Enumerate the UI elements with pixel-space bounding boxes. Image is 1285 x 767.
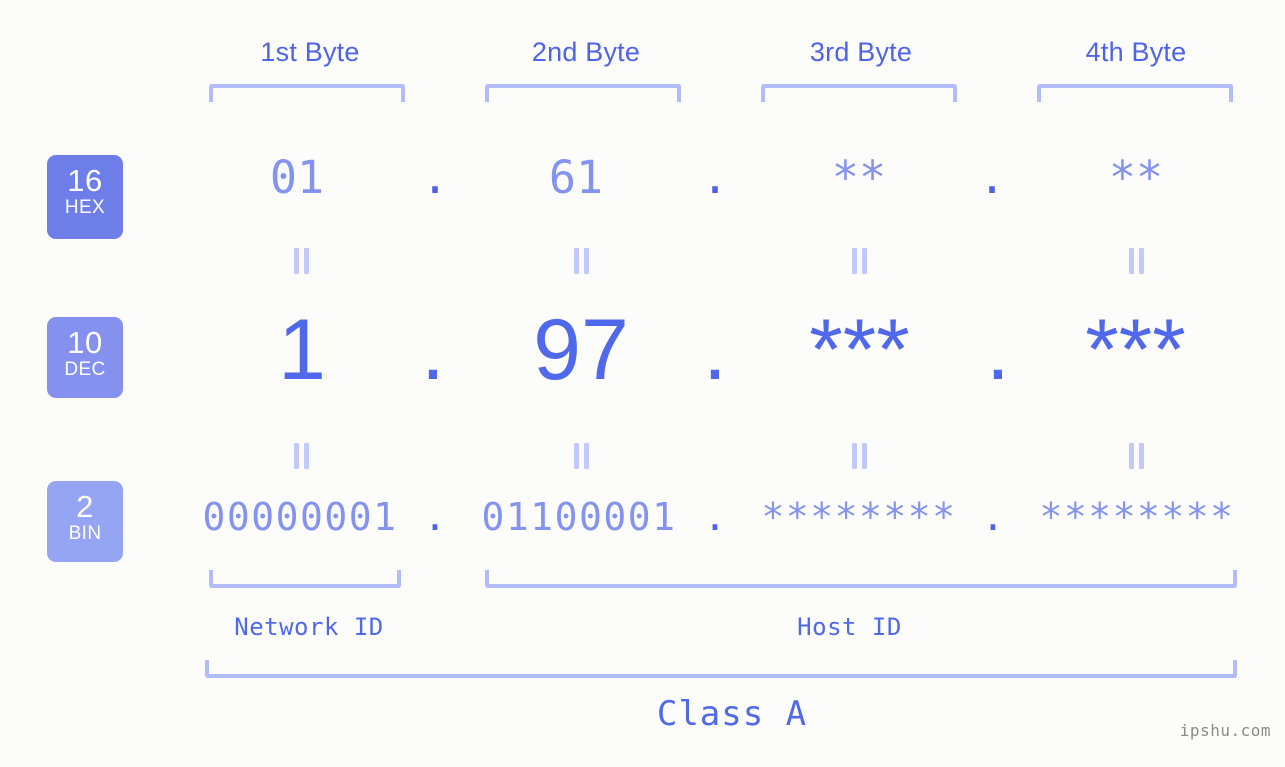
ip-address-breakdown-diagram: 1st Byte 2nd Byte 3rd Byte 4th Byte 16 H… [0,0,1285,767]
host-id-label: Host ID [797,613,902,641]
hex-separator-2: . [701,151,729,204]
base-badge-hex-number: 16 [67,163,103,198]
equals-icon-hex-dec-2 [570,248,592,274]
byte-bracket-1-icon [209,84,405,102]
base-badge-hex-name: HEX [64,197,106,218]
dec-octet-3: *** [809,302,910,398]
byte-header-1: 1st Byte [260,37,360,67]
equals-icon-dec-bin-1 [290,443,312,469]
watermark: ipshu.com [1179,721,1271,740]
equals-icon-dec-bin-3 [848,443,870,469]
hex-separator-1: . [421,151,449,204]
hex-octet-1: 01 [269,151,325,204]
dec-octet-2: 97 [533,302,629,398]
base-badge-dec-name: DEC [64,359,106,380]
byte-bracket-4-icon [1037,84,1233,102]
byte-bracket-2-icon [485,84,681,102]
base-badge-bin-number: 2 [76,489,94,524]
dec-separator-2: . [703,302,727,398]
class-bracket-icon [205,660,1237,678]
hex-octet-3: ** [831,151,887,204]
bin-separator-2: . [703,495,727,539]
dec-separator-1: . [421,302,445,398]
equals-icon-hex-dec-4 [1125,248,1147,274]
bin-separator-1: . [423,495,447,539]
base-badge-hex: 16 HEX [47,155,123,239]
hex-octet-2: 61 [548,151,604,204]
bin-octet-4: ******** [1039,495,1235,539]
class-label: Class A [656,694,808,734]
base-badge-dec-number: 10 [67,325,103,360]
equals-icon-dec-bin-2 [570,443,592,469]
byte-bracket-3-icon [761,84,957,102]
bin-octet-1: 00000001 [202,495,398,539]
equals-icon-hex-dec-1 [290,248,312,274]
base-badge-bin-name: BIN [68,523,102,544]
bin-separator-3: . [981,495,1005,539]
byte-header-2: 2nd Byte [531,37,641,67]
base-badge-bin: 2 BIN [47,481,123,562]
host-id-bracket-icon [485,570,1237,588]
bin-octet-3: ******** [761,495,957,539]
bin-octet-2: 01100001 [481,495,677,539]
equals-icon-hex-dec-3 [848,248,870,274]
hex-octet-4: ** [1108,151,1164,204]
network-id-bracket-icon [209,570,401,588]
dec-octet-4: *** [1085,302,1186,398]
byte-header-4: 4th Byte [1085,37,1187,67]
network-id-label: Network ID [234,613,384,641]
equals-icon-dec-bin-4 [1125,443,1147,469]
byte-header-3: 3rd Byte [809,37,913,67]
dec-octet-1: 1 [278,302,326,398]
base-badge-dec: 10 DEC [47,317,123,398]
hex-separator-3: . [978,151,1006,204]
